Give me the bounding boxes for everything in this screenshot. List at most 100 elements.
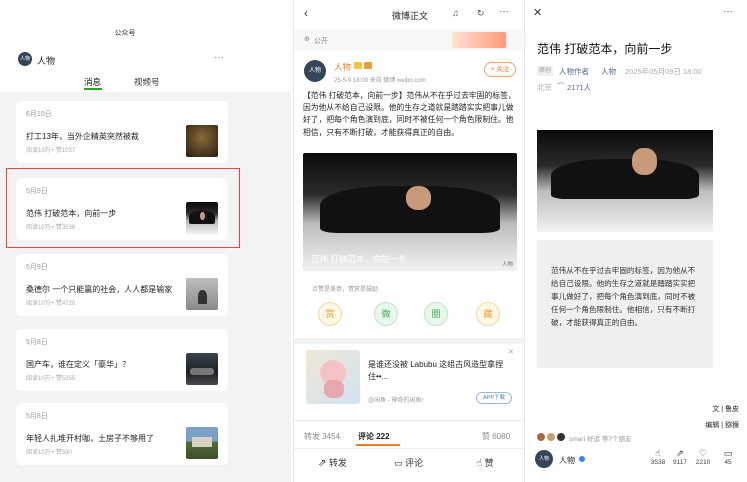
more-icon[interactable]: ··· [499,6,509,17]
share-count: 9117 [673,459,687,466]
repost-count[interactable]: 转发 3454 [304,431,340,442]
reward-hint: 点赞是美意，赞赏是鼓励 [312,287,379,293]
article-meta: 阅读10万+ 赞1037 [26,148,76,154]
article-meta: 阅读10万+ 赞3538 [26,225,76,231]
public-label: 公开 [314,38,328,45]
image-caption: 范伟 打破范本，向前一步 [311,254,407,264]
active-tab-indicator [356,444,400,446]
repost-button[interactable]: ⇗ 转发 [318,456,347,469]
quote-block: 范伟从不在乎过去牢固的标签，因为他从不给自己设限。他的生存之道就是踏踏实实把事儿… [537,240,713,368]
article-date: 5月9日 [26,264,48,271]
tab-messages[interactable]: 消息 [84,76,101,88]
article-thumbnail [186,427,218,459]
follow-button[interactable]: + 关注 [484,62,516,77]
author-name[interactable]: 人物 [334,61,351,73]
article-meta: 阅读10万+ 赞5255 [26,376,76,382]
close-icon[interactable]: ✕ [533,6,542,19]
post-body: 【范伟 打破范本，向前一步】范伟从不在乎过去牢固的标签，因为他从不给自己设限。他… [303,91,516,137]
like-count[interactable]: 赞 6080 [482,431,510,442]
close-ad-icon[interactable]: ✕ [508,348,514,356]
post-image[interactable]: 范伟 打破范本，向前一步 人物 [303,153,517,271]
like-label: 赞 [484,458,494,468]
article-card[interactable]: 6月10日 打工13年，当外企精英突然被裁 阅读10万+ 赞1037 [16,101,228,163]
wow-action[interactable]: ♡ 2210 [694,448,712,466]
globe-icon: ⊕ [304,36,310,43]
article-card[interactable]: 5月9日 桑德尔 一个只能赢的社会，人人都是输家 阅读10万+ 赞4720 [16,254,228,316]
nav-title: 微博正文 [391,11,428,21]
article-meta: 阅读10万+ 赞580 [26,450,72,456]
comment-count[interactable]: 评论 222 [358,431,390,442]
more-icon[interactable]: ··· [214,52,224,63]
author-label: 人物作者 [559,67,589,76]
article-card[interactable]: 5月9日 范伟 打破范本，向前一步 阅读10万+ 赞3538 [16,178,228,240]
repost-label: 转发 [328,458,347,468]
article-title: 国产车，谁在定义「豪华」？ [26,360,130,369]
article-thumbnail [186,125,218,157]
quote-text: 范伟从不在乎过去牢固的标签，因为他从不给自己设限。他的生存之道就是踏踏实实把事儿… [551,266,696,327]
divider [294,338,524,344]
article-title: 桑德尔 一个只能赢的社会，人人都是输家 [26,285,173,294]
app-download-button[interactable]: APP下载 [476,392,512,404]
header-title: 公众号 [114,30,136,37]
article-detail-panel: ✕ ··· 范伟 打破范本，向前一步 原创 人物作者 人物 2025年05月09… [527,0,747,482]
location: 北京 [537,83,552,92]
divider [294,448,524,449]
wechat-share-icon[interactable]: 微 [374,302,398,326]
headphones-icon[interactable]: ♫ [452,8,459,18]
favorite-icon[interactable]: 藏 [476,302,500,326]
promo-banner[interactable] [452,32,506,48]
vip-badge-icon [354,62,362,69]
account-header: 公众号 人物 人物 ··· 消息 视频号 [0,0,291,92]
comment-icon: ▭ [723,448,733,458]
refresh-icon[interactable]: ↻ [477,8,485,19]
article-title: 年轻人扎堆开村咖，土房子不够用了 [26,434,154,443]
share-action[interactable]: ⇗ 9117 [671,448,689,466]
like-action[interactable]: ☝ 3538 [649,448,667,466]
article-thumbnail [186,278,218,310]
author-avatar[interactable]: 人物 [304,60,326,82]
comment-action[interactable]: ▭ 45 [719,448,737,466]
article-card[interactable]: 5月8日 国产车，谁在定义「豪华」？ 阅读10万+ 赞5255 [16,329,228,391]
article-date: 5月8日 [26,339,48,346]
article-date: 5月8日 [26,413,48,420]
author-credit: 文 | 鲁皮 [712,406,739,413]
article-card[interactable]: 5月8日 年轻人扎堆开村咖，土房子不够用了 阅读10万+ 赞580 [16,403,228,465]
tab-video[interactable]: 视频号 [134,76,160,88]
article-date: 6月10日 [26,111,52,118]
article-title: 范伟 打破范本，向前一步 [537,42,673,56]
account-name: 人物 [37,56,56,66]
comment-count: 45 [724,459,732,466]
reward-icon[interactable]: 赏 [318,302,342,326]
article-title: 打工13年，当外企精英突然被裁 [26,132,139,141]
account-name[interactable]: 人物 [559,455,575,466]
friend-avatar [547,433,555,441]
weibo-post-panel: ‹ 微博正文 ♫ ↻ ··· ⊕ 公开 人物 人物 25-5-9 18:00 来… [293,0,525,482]
like-button[interactable]: ☝ 赞 [476,456,494,469]
listen-icon[interactable]: ⌒ [557,81,565,92]
original-badge: 原创 [537,66,554,76]
article-title: 范伟 打破范本，向前一步 [26,209,117,218]
like-count: 3538 [650,459,666,466]
social-proof: smart 好运 等7个朋友 [569,436,632,443]
active-tab-indicator [84,88,102,90]
ad-title[interactable]: 是谁还没被 Labubu 这组古风造型拿捏住••... [368,359,510,383]
account-avatar[interactable]: 人物 [18,52,32,66]
article-meta: 阅读10万+ 赞4720 [26,301,76,307]
article-image[interactable] [537,130,713,232]
comment-label: 评论 [405,458,424,468]
account-avatar[interactable]: 人物 [535,450,553,468]
article-date: 5月9日 [26,188,48,195]
comment-icon: ▭ [394,458,403,468]
wow-count: 2210 [695,459,711,466]
article-thumbnail [186,202,218,234]
ad-source: @闲鱼 - 神奇的闲鱼! [368,398,424,404]
ad-thumbnail[interactable] [306,350,360,404]
divider [294,420,524,421]
thumbs-up-icon: ☝ [476,458,483,469]
moments-share-icon[interactable]: 圈 [424,302,448,326]
account-link[interactable]: 人物 [601,66,616,77]
thumbs-up-icon: ☝ [655,448,661,458]
more-icon[interactable]: ··· [723,6,733,17]
listen-count[interactable]: 2171人 [567,82,591,93]
comment-button[interactable]: ▭ 评论 [394,456,423,469]
